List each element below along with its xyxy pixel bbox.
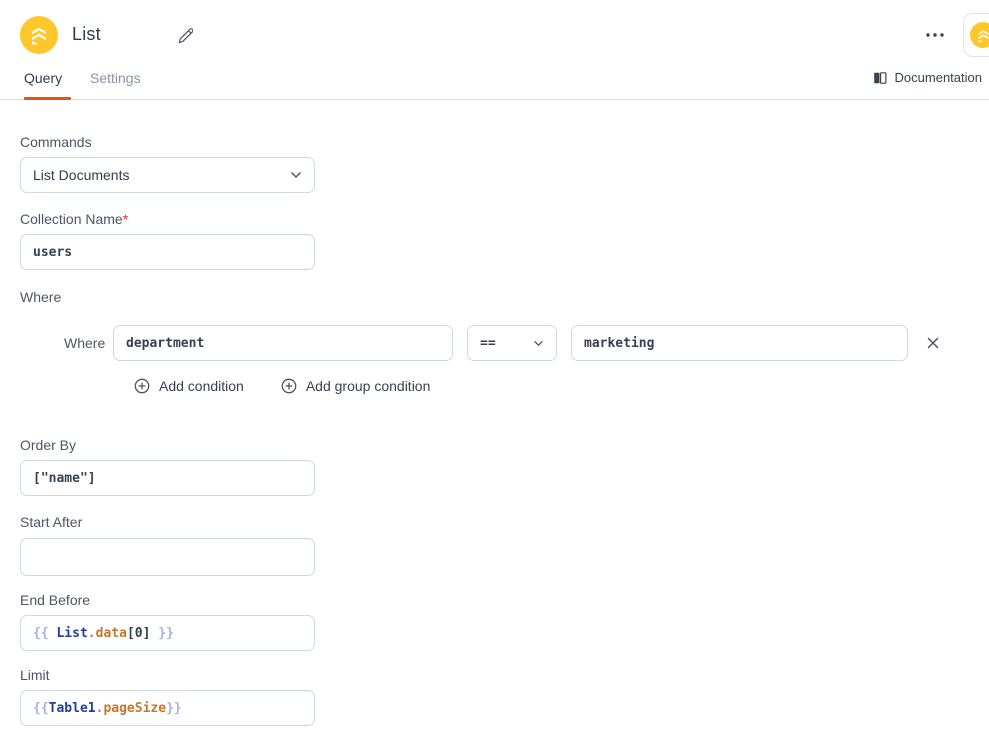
order-by-label: Order By <box>20 437 76 453</box>
commands-select-value: List Documents <box>33 167 129 183</box>
documentation-link[interactable]: Documentation <box>872 56 982 99</box>
collection-name-label: Collection Name* <box>20 211 128 227</box>
add-condition-button[interactable]: Add condition <box>134 378 244 394</box>
where-actions-row: Add condition Add group condition <box>134 378 430 394</box>
more-options-icon[interactable] <box>920 24 950 46</box>
where-field-input[interactable] <box>113 325 453 361</box>
tab-bar: Query Settings Documentation <box>0 56 989 100</box>
add-group-condition-button[interactable]: Add group condition <box>281 378 431 394</box>
where-value-input[interactable] <box>571 325 908 361</box>
order-by-input[interactable] <box>20 460 315 496</box>
add-condition-label: Add condition <box>159 378 244 394</box>
required-asterisk: * <box>123 211 128 227</box>
commands-label: Commands <box>20 134 92 150</box>
collection-name-input[interactable] <box>20 234 315 270</box>
datasource-button[interactable] <box>963 13 989 57</box>
book-icon <box>872 70 888 86</box>
chevron-down-icon <box>290 166 302 184</box>
start-after-label: Start After <box>20 514 82 530</box>
add-group-condition-label: Add group condition <box>306 378 431 394</box>
pencil-icon[interactable] <box>174 25 194 45</box>
remove-condition-icon[interactable] <box>921 331 945 355</box>
limit-label: Limit <box>20 667 50 683</box>
start-after-input[interactable]: {{ List.data[List.data.length - 1] }} <box>20 538 315 581</box>
chevron-down-icon <box>533 334 544 352</box>
active-tab-underline <box>24 97 71 100</box>
tab-settings[interactable]: Settings <box>90 56 141 99</box>
where-operator-value: == <box>480 336 496 351</box>
firestore-icon <box>20 16 58 54</box>
plus-circle-icon <box>134 378 150 394</box>
tab-query[interactable]: Query <box>24 56 62 99</box>
limit-input[interactable]: {{Table1.pageSize}} <box>20 690 315 726</box>
where-section-label: Where <box>20 289 61 305</box>
firestore-icon <box>970 22 989 48</box>
commands-select[interactable]: List Documents <box>20 157 315 193</box>
query-editor: List Query Settings <box>0 0 989 745</box>
plus-circle-icon <box>281 378 297 394</box>
documentation-label: Documentation <box>895 70 982 85</box>
where-operator-select[interactable]: == <box>467 325 557 361</box>
page-title: List <box>72 24 101 45</box>
where-row-label: Where <box>64 335 105 351</box>
end-before-label: End Before <box>20 592 90 608</box>
end-before-input[interactable]: {{ List.data[0] }} <box>20 615 315 651</box>
